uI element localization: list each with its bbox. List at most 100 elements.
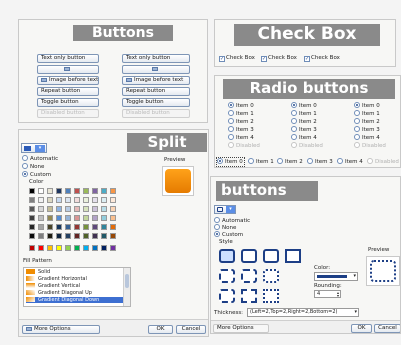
color-swatch[interactable] — [110, 233, 116, 239]
split-none-radio[interactable]: None — [22, 163, 44, 171]
color-swatch[interactable] — [56, 206, 62, 212]
color-swatch[interactable] — [83, 197, 89, 203]
color-swatch[interactable] — [101, 233, 107, 239]
color-swatch[interactable] — [65, 233, 71, 239]
color-swatch[interactable] — [56, 215, 62, 221]
chevron-down-icon[interactable]: ▾ — [353, 273, 356, 280]
color-swatch[interactable] — [74, 188, 80, 194]
color-swatch[interactable] — [74, 215, 80, 221]
color-swatch[interactable] — [65, 224, 71, 230]
color-swatch[interactable] — [92, 215, 98, 221]
radio-col2-item3[interactable]: Item 3 — [291, 126, 317, 134]
radio-row-item3[interactable]: Item 3 — [307, 158, 333, 166]
color-swatch[interactable] — [56, 224, 62, 230]
color-swatch[interactable] — [74, 206, 80, 212]
color-swatch[interactable] — [110, 224, 116, 230]
color-swatch[interactable] — [92, 188, 98, 194]
chevron-down-icon[interactable]: ▾ — [35, 145, 45, 152]
image-before-text-button-2[interactable]: Image before text — [122, 76, 190, 85]
radio-col1-item0[interactable]: Item 0 — [228, 102, 254, 110]
color-swatch[interactable] — [92, 224, 98, 230]
color-swatch[interactable] — [56, 233, 62, 239]
color-swatch[interactable] — [47, 233, 53, 239]
text-only-button-2[interactable]: Text only button — [122, 54, 190, 63]
radio-col3-item1[interactable]: Item 1 — [354, 110, 380, 118]
color-swatch[interactable] — [38, 215, 44, 221]
checkbox-1[interactable]: ✓ Check Box — [219, 55, 255, 62]
color-swatch[interactable] — [29, 206, 35, 212]
radio-col1-item4[interactable]: Item 4 — [228, 134, 254, 142]
style-shape-dashed-1[interactable] — [219, 269, 235, 283]
list-item[interactable]: Gradient Diagonal Down — [26, 297, 124, 303]
color-swatch[interactable] — [74, 245, 80, 251]
color-swatch[interactable] — [47, 188, 53, 194]
ok-button[interactable]: OK — [351, 324, 372, 333]
color-swatch[interactable] — [110, 197, 116, 203]
repeat-button-2[interactable]: Repeat button — [122, 87, 190, 96]
color-swatch[interactable] — [83, 188, 89, 194]
thickness-dropdown[interactable]: (Left=2,Top=2,Right=2,Bottom=2) ▾ — [247, 308, 359, 317]
color-swatch[interactable] — [38, 224, 44, 230]
rounding-spinner[interactable]: 4 ▴ ▾ — [314, 290, 341, 298]
color-swatch[interactable] — [47, 224, 53, 230]
radio-row-item2[interactable]: Item 2 — [277, 158, 303, 166]
style-shape-dashed-4[interactable] — [219, 289, 235, 303]
color-swatch[interactable] — [83, 206, 89, 212]
style-shape-dashed-6[interactable] — [263, 289, 279, 303]
color-swatch[interactable] — [92, 245, 98, 251]
color-swatch[interactable] — [110, 188, 116, 194]
list-item[interactable]: Gradient Horizontal — [26, 276, 124, 282]
radio-col1-item2[interactable]: Item 2 — [228, 118, 254, 126]
color-swatch[interactable] — [65, 206, 71, 212]
color-swatch[interactable] — [56, 197, 62, 203]
color-swatch[interactable] — [29, 224, 35, 230]
color-swatch[interactable] — [56, 188, 62, 194]
color-swatch[interactable] — [38, 206, 44, 212]
radio-col3-item2[interactable]: Item 2 — [354, 118, 380, 126]
fill-pattern-list[interactable]: Solid Gradient Horizontal Gradient Verti… — [23, 267, 131, 307]
checkbox-2[interactable]: ✓ Check Box — [261, 55, 297, 62]
color-swatch[interactable] — [83, 224, 89, 230]
style-shape-rounded-2[interactable] — [263, 249, 279, 263]
radio-col2-item1[interactable]: Item 1 — [291, 110, 317, 118]
repeat-button-1[interactable]: Repeat button — [37, 87, 99, 96]
color-swatch[interactable] — [92, 233, 98, 239]
color-swatch[interactable] — [38, 233, 44, 239]
color-swatch[interactable] — [47, 245, 53, 251]
image-before-text-button-1[interactable]: Image before text — [37, 76, 99, 85]
image-only-button-2[interactable] — [122, 65, 190, 74]
style-shape-rounded-selected[interactable] — [219, 249, 235, 263]
radio-col1-item1[interactable]: Item 1 — [228, 110, 254, 118]
color-swatch[interactable] — [101, 188, 107, 194]
checkbox-3[interactable]: ✓ Check Box — [304, 55, 340, 62]
color-swatch[interactable] — [47, 206, 53, 212]
color-swatch[interactable] — [29, 245, 35, 251]
color-swatch[interactable] — [29, 233, 35, 239]
more-options-button[interactable]: More Options — [22, 325, 100, 334]
toggle-button-1[interactable]: Toggle button — [37, 98, 99, 107]
color-swatch[interactable] — [65, 197, 71, 203]
color-swatch[interactable] — [56, 245, 62, 251]
color-swatch[interactable] — [38, 188, 44, 194]
more-options-button[interactable]: More Options — [213, 324, 269, 333]
color-swatch[interactable] — [92, 197, 98, 203]
radio-col2-item0[interactable]: Item 0 — [291, 102, 317, 110]
radio-col3-item0[interactable]: Item 0 — [354, 102, 380, 110]
text-only-button-1[interactable]: Text only button — [37, 54, 99, 63]
color-swatch[interactable] — [65, 245, 71, 251]
scrollbar[interactable] — [123, 268, 130, 306]
color-swatch[interactable] — [74, 197, 80, 203]
toggle-button-2[interactable]: Toggle button — [122, 98, 190, 107]
radio-row-item1[interactable]: Item 1 — [248, 158, 274, 166]
spinner-arrows-icon[interactable]: ▴ ▾ — [337, 291, 339, 298]
split-button[interactable]: ▾ — [214, 205, 236, 214]
scrollbar-thumb[interactable] — [125, 274, 129, 288]
color-swatch[interactable] — [110, 245, 116, 251]
split-button[interactable]: ▾ — [21, 143, 47, 153]
cancel-button[interactable]: Cancel — [374, 324, 400, 333]
color-swatch[interactable] — [38, 245, 44, 251]
style-shape-dashed-5[interactable] — [241, 289, 257, 303]
image-only-button-1[interactable] — [37, 65, 99, 74]
style-shape-square[interactable] — [285, 249, 301, 263]
color-swatch[interactable] — [101, 197, 107, 203]
